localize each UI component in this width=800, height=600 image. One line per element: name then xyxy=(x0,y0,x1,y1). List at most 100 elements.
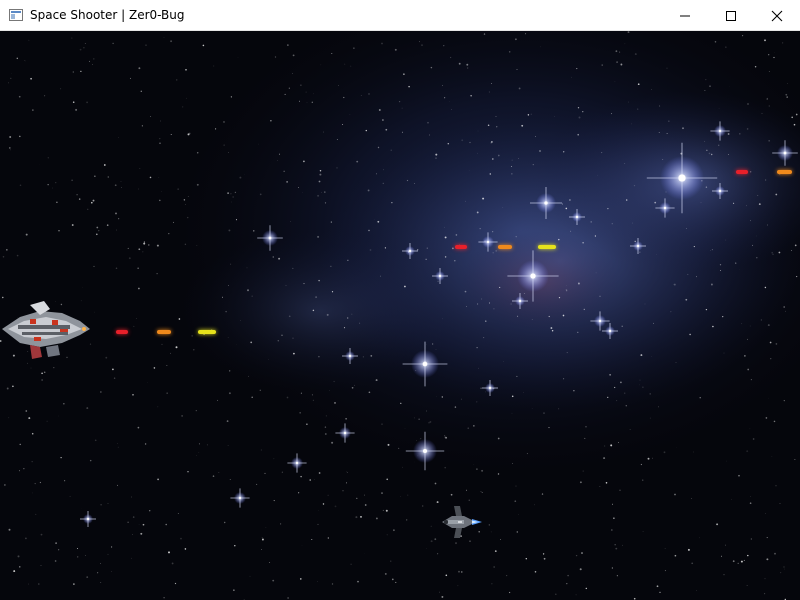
star-dot xyxy=(114,184,117,187)
star-dot xyxy=(89,60,90,62)
star-dot xyxy=(491,83,492,84)
star-dot xyxy=(535,136,536,137)
star-dot xyxy=(454,406,457,408)
star-dot xyxy=(768,105,770,107)
star-dot xyxy=(11,72,12,74)
star-dot xyxy=(614,544,616,546)
star-dot xyxy=(25,537,27,540)
star-dot xyxy=(64,480,66,482)
laser-red xyxy=(116,330,128,334)
star-dot xyxy=(390,149,392,151)
star-dot xyxy=(41,372,43,375)
star-dot xyxy=(364,504,367,506)
star-dot xyxy=(31,461,33,463)
star-dot xyxy=(368,93,370,95)
star-dot xyxy=(148,509,151,512)
star-dot xyxy=(542,553,545,555)
star-dot xyxy=(127,521,129,523)
star-dot xyxy=(567,574,569,577)
star-dot xyxy=(743,559,745,561)
star-dot xyxy=(286,396,289,399)
minimize-button[interactable] xyxy=(662,0,708,31)
star-dot xyxy=(439,591,440,593)
star-dot xyxy=(116,229,118,231)
star-dot xyxy=(454,260,456,262)
star-dot xyxy=(491,583,493,585)
star-dot xyxy=(441,595,444,598)
star-dot xyxy=(425,258,427,260)
star-dot xyxy=(408,85,410,88)
star-dot xyxy=(627,31,630,34)
star-dot xyxy=(94,175,96,177)
star-dot xyxy=(497,473,500,475)
star-dot xyxy=(137,267,139,269)
star-dot xyxy=(444,466,446,469)
star-dot xyxy=(184,548,187,550)
star-dot xyxy=(141,125,143,127)
star-dot xyxy=(493,308,495,310)
star-dot xyxy=(159,138,161,140)
star-dot xyxy=(711,249,713,251)
star-dot xyxy=(129,77,131,79)
star-dot xyxy=(406,519,408,521)
star-dot xyxy=(283,170,285,172)
star-dot xyxy=(699,537,700,539)
star-dot xyxy=(71,179,73,181)
star-dot xyxy=(685,298,688,301)
star-dot xyxy=(175,346,178,349)
star-dot xyxy=(90,201,93,204)
star-dot xyxy=(312,399,314,401)
star-dot xyxy=(615,50,618,53)
star-dot xyxy=(413,417,415,419)
star-dot xyxy=(281,334,283,336)
star-dot xyxy=(19,135,21,138)
maximize-button[interactable] xyxy=(708,0,754,31)
star-dot xyxy=(182,106,184,108)
star-dot xyxy=(93,265,95,267)
star-dot xyxy=(133,325,135,327)
star-dot xyxy=(284,93,286,95)
title-bar[interactable]: Space Shooter | Zer0-Bug xyxy=(0,0,800,31)
star-dot xyxy=(604,445,606,447)
star-dot xyxy=(24,60,25,61)
star-dot xyxy=(450,493,453,496)
star-dot xyxy=(93,58,95,60)
close-icon xyxy=(771,10,783,21)
star-dot xyxy=(393,529,395,532)
star-dot xyxy=(710,153,713,156)
star-dot xyxy=(468,499,470,501)
star-dot xyxy=(180,537,182,540)
star-dot xyxy=(100,391,102,393)
star-dot xyxy=(775,193,778,196)
star-dot xyxy=(570,230,572,232)
game-canvas[interactable] xyxy=(0,31,800,600)
star-dot xyxy=(318,180,321,183)
star-dot xyxy=(749,428,751,430)
star-dot xyxy=(395,581,397,583)
star-dot xyxy=(499,286,501,288)
star-dot xyxy=(111,546,113,548)
star-dot xyxy=(488,524,490,526)
star-dot xyxy=(58,230,60,232)
star-dot xyxy=(687,273,689,275)
star-dot xyxy=(382,509,384,511)
star-dot xyxy=(721,555,723,557)
star-dot xyxy=(206,444,208,446)
star-dot xyxy=(55,542,57,544)
star-dot xyxy=(579,481,582,484)
star-dot xyxy=(487,124,490,126)
star-dot xyxy=(269,562,271,563)
close-button[interactable] xyxy=(754,0,800,31)
star-dot xyxy=(159,199,161,202)
star-dot xyxy=(311,394,313,396)
star-dot xyxy=(322,131,325,133)
star-dot xyxy=(785,93,788,96)
star-dot xyxy=(781,42,784,44)
star-dot xyxy=(311,101,313,103)
star-dot xyxy=(480,490,482,492)
star-dot xyxy=(426,410,427,412)
star-dot xyxy=(278,257,281,260)
star-dot xyxy=(8,82,9,84)
star-dot xyxy=(659,105,661,107)
star-dot xyxy=(786,96,788,98)
